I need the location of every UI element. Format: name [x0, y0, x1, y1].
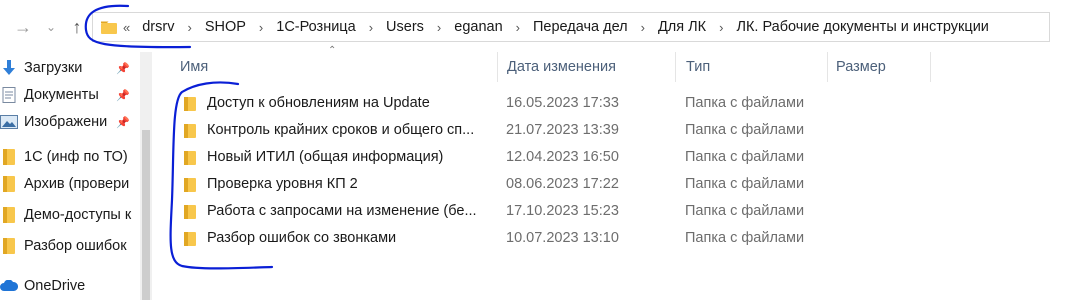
file-date: 08.06.2023 17:22	[506, 176, 619, 192]
column-divider[interactable]	[675, 52, 676, 82]
file-row[interactable]: Разбор ошибок со звонками 10.07.2023 13:…	[180, 226, 960, 253]
file-name: Контроль крайних сроков и общего сп...	[207, 122, 475, 138]
column-divider[interactable]	[930, 52, 931, 82]
file-name: Проверка уровня КП 2	[207, 176, 358, 192]
file-date: 12.04.2023 16:50	[506, 149, 619, 165]
address-bar[interactable]: « drsrv › SHOP › 1С-Розница › Users › eg…	[92, 12, 1050, 42]
breadcrumb-item[interactable]: Для ЛК	[656, 19, 708, 35]
up-arrow-icon[interactable]: ↑	[66, 16, 88, 38]
sidebar-item-label: OneDrive	[24, 277, 86, 294]
cloud-icon	[0, 278, 18, 294]
navigation-bar: → ⌄ ↑ « drsrv › SHOP › 1С-Розница › User…	[0, 0, 1065, 52]
breadcrumb: drsrv › SHOP › 1С-Розница › Users › egan…	[140, 19, 991, 35]
breadcrumb-item[interactable]: Users	[384, 19, 426, 35]
folder-icon	[184, 178, 196, 192]
breadcrumb-separator-icon[interactable]: ›	[630, 20, 656, 35]
folder-icon	[0, 148, 18, 165]
folder-icon	[184, 205, 196, 219]
folder-icon	[0, 237, 18, 254]
file-name: Доступ к обновлениям на Update	[207, 95, 430, 111]
folder-icon	[101, 21, 117, 34]
breadcrumb-separator-icon[interactable]: ›	[358, 20, 384, 35]
sidebar-scrollbar-thumb[interactable]	[142, 130, 150, 300]
file-type: Папка с файлами	[685, 122, 805, 138]
pin-icon[interactable]: 📌	[116, 116, 130, 130]
breadcrumb-item[interactable]: eganan	[452, 19, 504, 35]
folder-icon	[184, 151, 196, 165]
file-type: Папка с файлами	[685, 230, 805, 246]
file-type: Папка с файлами	[685, 95, 805, 111]
folder-icon	[184, 232, 196, 246]
recent-locations-chevron-icon[interactable]: ⌄	[40, 16, 62, 38]
file-type: Папка с файлами	[685, 176, 805, 192]
breadcrumb-item[interactable]: drsrv	[140, 19, 176, 35]
sidebar-item-folder[interactable]: 1С (инф по ТО)	[0, 143, 150, 170]
file-row[interactable]: Доступ к обновлениям на Update 16.05.202…	[180, 91, 960, 118]
sidebar-item-folder[interactable]: Разбор ошибок	[0, 232, 150, 259]
sidebar-item-label: Загрузки	[24, 59, 83, 76]
file-date: 10.07.2023 13:10	[506, 230, 619, 246]
folder-icon	[0, 206, 18, 223]
breadcrumb-separator-icon[interactable]: ›	[426, 20, 452, 35]
sidebar-item-label: 1С (инф по ТО)	[24, 148, 128, 165]
column-header-date[interactable]: Дата изменения	[507, 52, 616, 82]
column-divider[interactable]	[827, 52, 828, 82]
column-header-type[interactable]: Тип	[686, 52, 710, 82]
file-name: Работа с запросами на изменение (бе...	[207, 203, 477, 219]
folder-icon	[184, 97, 196, 111]
sort-ascending-icon: ⌃	[328, 45, 337, 56]
column-header-size[interactable]: Размер	[836, 52, 886, 82]
document-icon	[0, 86, 18, 103]
sidebar-item-label: Разбор ошибок	[24, 237, 127, 254]
pin-icon[interactable]: 📌	[116, 89, 130, 103]
breadcrumb-item[interactable]: SHOP	[203, 19, 248, 35]
navigation-pane: Загрузки 📌 Документы 📌 Изображени 📌 1С (…	[0, 52, 152, 300]
folder-icon	[0, 175, 18, 192]
file-date: 21.07.2023 13:39	[506, 122, 619, 138]
breadcrumb-separator-icon[interactable]: ›	[708, 20, 734, 35]
breadcrumb-item-current[interactable]: ЛК. Рабочие документы и инструкции	[734, 19, 990, 35]
file-name: Новый ИТИЛ (общая информация)	[207, 149, 444, 165]
sidebar-item-label: Документы	[24, 86, 99, 103]
overflow-chevron-icon[interactable]: «	[123, 20, 140, 35]
sidebar-item-label: Архив (провери	[24, 175, 130, 192]
file-row[interactable]: Проверка уровня КП 2 08.06.2023 17:22 Па…	[180, 172, 960, 199]
file-row[interactable]: Новый ИТИЛ (общая информация) 12.04.2023…	[180, 145, 960, 172]
file-name: Разбор ошибок со звонками	[207, 230, 397, 246]
picture-icon	[0, 114, 18, 130]
column-header-name[interactable]: Имя	[180, 52, 208, 82]
folder-icon	[184, 124, 196, 138]
column-divider[interactable]	[497, 52, 498, 82]
file-date: 16.05.2023 17:33	[506, 95, 619, 111]
file-row[interactable]: Контроль крайних сроков и общего сп... 2…	[180, 118, 960, 145]
file-date: 17.10.2023 15:23	[506, 203, 619, 219]
file-type: Папка с файлами	[685, 149, 805, 165]
back-arrow-icon[interactable]: →	[12, 16, 34, 38]
sidebar-item-onedrive[interactable]: OneDrive	[0, 272, 150, 299]
breadcrumb-separator-icon[interactable]: ›	[505, 20, 531, 35]
sidebar-item-label: Демо-доступы к	[24, 206, 132, 223]
file-row[interactable]: Работа с запросами на изменение (бе... 1…	[180, 199, 960, 226]
breadcrumb-item[interactable]: 1С-Розница	[274, 19, 357, 35]
download-arrow-icon	[0, 59, 18, 76]
pin-icon[interactable]: 📌	[116, 62, 130, 76]
breadcrumb-separator-icon[interactable]: ›	[248, 20, 274, 35]
sidebar-item-folder[interactable]: Демо-доступы к	[0, 201, 150, 228]
breadcrumb-separator-icon[interactable]: ›	[176, 20, 202, 35]
file-type: Папка с файлами	[685, 203, 805, 219]
sidebar-item-label: Изображени	[24, 113, 108, 130]
sidebar-item-folder[interactable]: Архив (провери	[0, 170, 150, 197]
breadcrumb-item[interactable]: Передача дел	[531, 19, 630, 35]
